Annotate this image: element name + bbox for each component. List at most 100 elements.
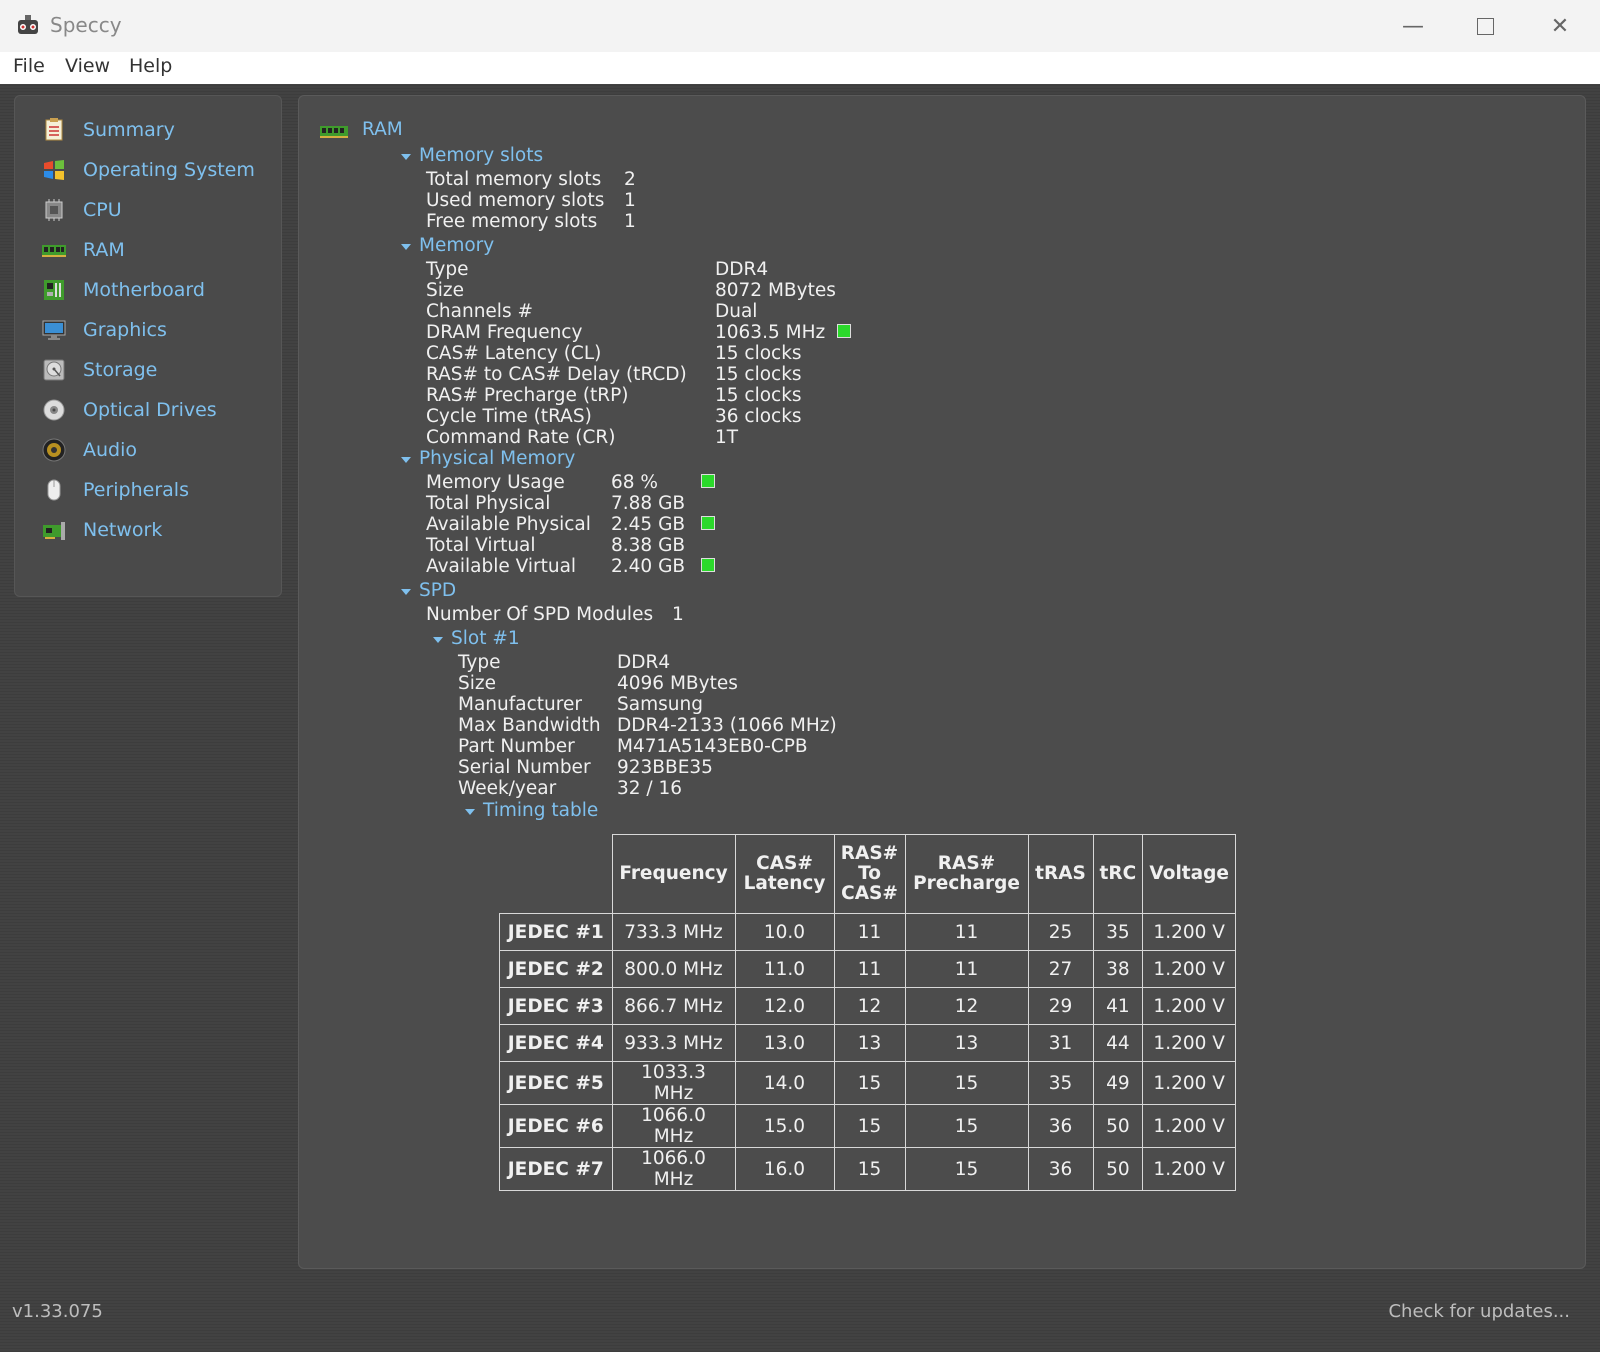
sidebar-item-audio[interactable]: Audio	[41, 436, 271, 464]
column-header: RAS# To CAS#	[833, 834, 906, 914]
sidebar-item-operating-system[interactable]: Operating System	[41, 156, 271, 184]
sidebar-item-label: Graphics	[83, 319, 167, 341]
table-cell: 12	[904, 987, 1029, 1025]
row-value: 68 %	[611, 472, 658, 493]
row-value: 923BBE35	[617, 757, 713, 778]
row-label: Total Physical	[426, 493, 551, 514]
table-cell: 10.0	[734, 913, 835, 951]
table-cell: 29	[1027, 987, 1094, 1025]
row-value: 1	[624, 211, 636, 232]
table-cell: 12.0	[734, 987, 835, 1025]
table-cell: 44	[1092, 1024, 1144, 1062]
table-cell: 13.0	[734, 1024, 835, 1062]
window-title: Speccy	[50, 13, 122, 37]
timing-table-heading[interactable]: Timing table	[483, 800, 598, 822]
sidebar-item-label: Operating System	[83, 159, 255, 181]
collapse-icon[interactable]	[465, 809, 475, 815]
column-header: Voltage	[1142, 834, 1237, 914]
table-cell: 50	[1092, 1104, 1144, 1148]
row-value: 15 clocks	[715, 385, 802, 406]
collapse-icon[interactable]	[401, 457, 411, 463]
table-cell: 1.200 V	[1142, 1024, 1237, 1062]
column-header-label: CAS# Latency	[743, 853, 826, 894]
table-row: JEDEC #5 1033.3 MHz 14.0 15 15 35 49 1.2…	[499, 1061, 1237, 1105]
table-cell: 1.200 V	[1142, 1061, 1237, 1105]
sidebar-item-ram[interactable]: RAM	[41, 236, 271, 264]
table-cell: 15	[833, 1104, 906, 1148]
sidebar-item-motherboard[interactable]: Motherboard	[41, 276, 271, 304]
sidebar-item-graphics[interactable]: Graphics	[41, 316, 271, 344]
speccy-logo-icon	[18, 15, 38, 34]
sidebar-item-label: Optical Drives	[83, 399, 217, 421]
row-value: 7.88 GB	[611, 493, 686, 514]
table-row: JEDEC #4 933.3 MHz 13.0 13 13 31 44 1.20…	[499, 1024, 1237, 1062]
menu-file[interactable]: File	[13, 55, 45, 77]
disc-icon	[43, 399, 65, 421]
menu-bar: File View Help	[0, 52, 1600, 85]
sidebar-item-network[interactable]: Network	[41, 516, 271, 544]
close-button[interactable]: ✕	[1525, 0, 1595, 52]
row-value: M471A5143EB0-CPB	[617, 736, 808, 757]
column-header-label: RAS# To CAS#	[840, 843, 899, 904]
row-value: 8.38 GB	[611, 535, 686, 556]
sidebar-item-peripherals[interactable]: Peripherals	[41, 476, 271, 504]
memory-slots-heading[interactable]: Memory slots	[419, 145, 543, 167]
column-header-label: tRC	[1099, 863, 1137, 884]
table-cell: 733.3 MHz	[611, 913, 736, 951]
row-label: Cycle Time (tRAS)	[426, 406, 592, 427]
table-cell: 1.200 V	[1142, 913, 1237, 951]
table-corner	[500, 835, 613, 914]
table-cell: 1.200 V	[1142, 1104, 1237, 1148]
table-row: JEDEC #3 866.7 MHz 12.0 12 12 29 41 1.20…	[499, 987, 1237, 1025]
sidebar: Summary Operating System CPU RAM Motherb…	[14, 95, 282, 597]
column-header-label: Voltage	[1149, 863, 1229, 884]
slot-heading[interactable]: Slot #1	[451, 628, 520, 650]
table-cell: 1.200 V	[1142, 987, 1237, 1025]
collapse-icon[interactable]	[401, 589, 411, 595]
row-label: Command Rate (CR)	[426, 427, 616, 448]
version-label: v1.33.075	[12, 1301, 103, 1322]
minimize-button[interactable]: —	[1378, 0, 1448, 52]
table-cell: 36	[1027, 1147, 1094, 1191]
row-value: DDR4-2133 (1066 MHz)	[617, 715, 837, 736]
check-for-updates-link[interactable]: Check for updates...	[1388, 1301, 1570, 1322]
table-cell: 38	[1092, 950, 1144, 988]
physical-memory-heading[interactable]: Physical Memory	[419, 448, 575, 470]
table-cell: 933.3 MHz	[611, 1024, 736, 1062]
sidebar-item-cpu[interactable]: CPU	[41, 196, 271, 224]
table-header-row: Frequency CAS# Latency RAS# To CAS# RAS#…	[500, 834, 1237, 914]
menu-view[interactable]: View	[65, 55, 110, 77]
ram-icon	[42, 245, 66, 257]
network-icon	[43, 522, 65, 540]
sidebar-item-storage[interactable]: Storage	[41, 356, 271, 384]
table-cell: 50	[1092, 1147, 1144, 1191]
table-cell: 12	[833, 987, 906, 1025]
sidebar-item-optical-drives[interactable]: Optical Drives	[41, 396, 271, 424]
table-cell: 35	[1027, 1061, 1094, 1105]
row-value: Samsung	[617, 694, 703, 715]
row-label: Max Bandwidth	[458, 715, 601, 736]
sidebar-item-label: Network	[83, 519, 163, 541]
spd-heading[interactable]: SPD	[419, 580, 456, 602]
collapse-icon[interactable]	[401, 154, 411, 160]
row-label: Total memory slots	[426, 169, 602, 190]
sidebar-item-summary[interactable]: Summary	[41, 116, 271, 144]
maximize-button[interactable]	[1450, 0, 1520, 52]
table-cell: 27	[1027, 950, 1094, 988]
row-header: JEDEC #3	[499, 987, 613, 1025]
menu-help[interactable]: Help	[129, 55, 172, 77]
memory-heading[interactable]: Memory	[419, 235, 494, 257]
row-header: JEDEC #5	[499, 1061, 613, 1105]
table-cell: 15	[904, 1104, 1029, 1148]
collapse-icon[interactable]	[433, 637, 443, 643]
sidebar-item-label: Storage	[83, 359, 158, 381]
row-value: 2	[624, 169, 636, 190]
row-label: Number Of SPD Modules	[426, 604, 654, 625]
row-label: Used memory slots	[426, 190, 605, 211]
collapse-icon[interactable]	[401, 244, 411, 250]
table-cell: 11	[904, 913, 1029, 951]
row-label: Channels #	[426, 301, 533, 322]
row-value: 8072 MBytes	[715, 280, 836, 301]
ram-icon	[320, 126, 348, 138]
table-cell: 11	[833, 913, 906, 951]
